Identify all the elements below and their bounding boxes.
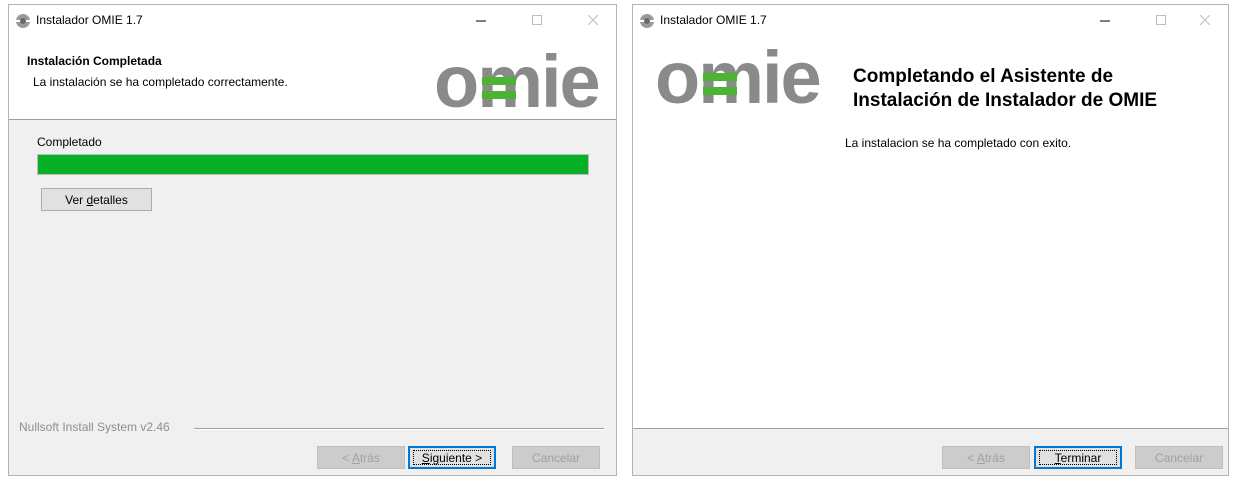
title-bar[interactable]: Instalador OMIE 1.7 [633, 5, 1228, 35]
installer-progress-window: Instalador OMIE 1.7 Instalación Completa… [8, 4, 617, 476]
header-subtitle: La instalación se ha completado correcta… [33, 75, 288, 89]
close-button[interactable] [1182, 5, 1228, 35]
cancel-button[interactable]: Cancelar [512, 446, 600, 469]
divider [633, 428, 1228, 429]
finish-title-line1: Completando el Asistente de [853, 66, 1114, 87]
minimize-button[interactable] [458, 5, 504, 35]
finish-title-line2: Instalación de Instalador de OMIE [853, 90, 1158, 111]
show-details-button[interactable]: Ver detalles [41, 188, 152, 211]
divider-highlight [194, 429, 604, 430]
finish-button[interactable]: Terminar [1034, 446, 1122, 469]
window-title: Instalador OMIE 1.7 [660, 13, 767, 27]
title-bar[interactable]: Instalador OMIE 1.7 [9, 5, 616, 35]
progress-label: Completado [37, 135, 102, 149]
close-icon [588, 15, 599, 26]
omie-logo: omie [655, 39, 822, 113]
close-icon [1200, 15, 1211, 26]
omie-logo: omie [434, 43, 601, 117]
page-header: Instalación Completada La instalación se… [9, 35, 616, 120]
maximize-icon [1156, 15, 1166, 25]
close-button[interactable] [570, 5, 616, 35]
maximize-icon [532, 15, 542, 25]
omie-app-icon [16, 14, 30, 28]
progress-bar [37, 154, 589, 175]
header-title: Instalación Completada [27, 54, 162, 68]
branding-text: Nullsoft Install System v2.46 [19, 420, 170, 434]
installer-finish-window: Instalador OMIE 1.7 omie Completando el … [632, 4, 1229, 476]
minimize-button[interactable] [1082, 5, 1128, 35]
logo-text: omie [434, 43, 599, 117]
back-button[interactable]: < Atrás [942, 446, 1030, 469]
back-button[interactable]: < Atrás [317, 446, 405, 469]
logo-text: omie [655, 39, 820, 113]
maximize-button[interactable] [514, 5, 560, 35]
cancel-button[interactable]: Cancelar [1135, 446, 1223, 469]
minimize-icon [476, 20, 486, 22]
finish-title: Completando el Asistente de Instalación … [853, 65, 1157, 113]
finish-message: La instalacion se ha completado con exit… [845, 136, 1072, 150]
window-title: Instalador OMIE 1.7 [36, 13, 143, 27]
minimize-icon [1100, 20, 1110, 22]
next-button[interactable]: Siguiente > [408, 446, 496, 469]
maximize-button[interactable] [1138, 5, 1184, 35]
omie-app-icon [640, 14, 654, 28]
progress-bar-fill [38, 155, 588, 174]
